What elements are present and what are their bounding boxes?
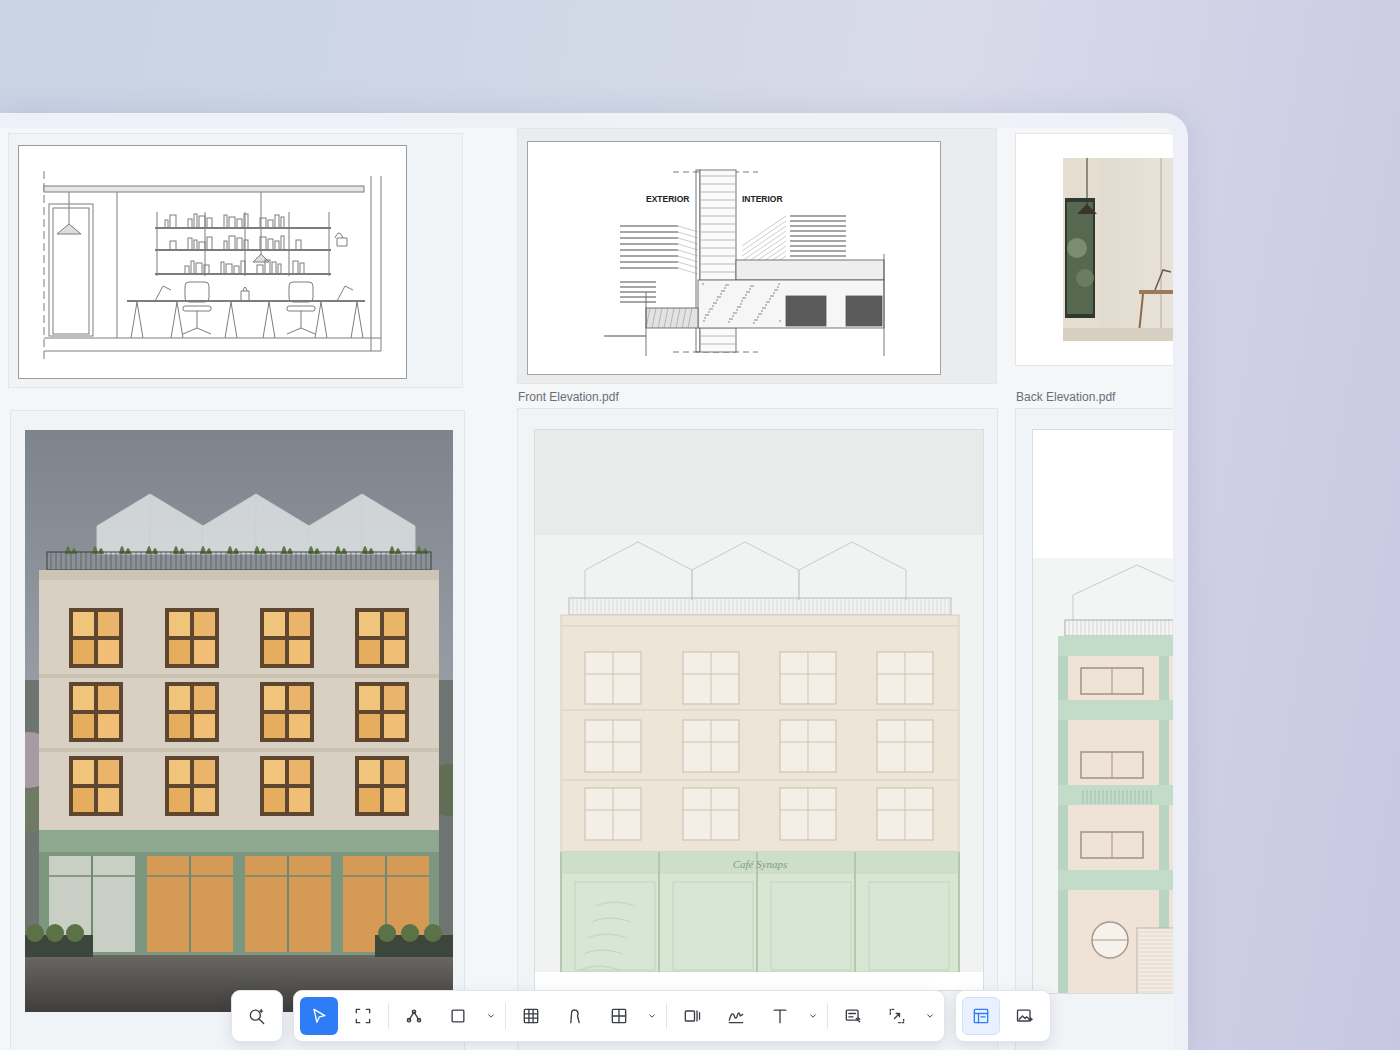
rectangle-icon (448, 1006, 468, 1026)
chevron-down-icon (923, 1009, 937, 1023)
interior-photo (1063, 158, 1173, 341)
chevron-down-icon (484, 1009, 498, 1023)
tool-button[interactable] (439, 997, 477, 1035)
tool-button[interactable] (344, 997, 382, 1035)
file-caption[interactable]: Front Elevation.pdf (518, 390, 619, 404)
dropdown-chevron[interactable] (805, 997, 821, 1035)
tool-button[interactable] (878, 997, 916, 1035)
tool-button[interactable] (556, 997, 594, 1035)
component-icon (682, 1006, 702, 1026)
toolbar-group (231, 990, 283, 1042)
building-render (25, 430, 453, 1012)
layout-icon (971, 1006, 991, 1026)
text-icon (770, 1006, 790, 1026)
sheet[interactable]: Café Synaps (534, 429, 984, 991)
dropdown-chevron[interactable] (644, 997, 660, 1035)
toolbar-group (955, 990, 1051, 1042)
sheet[interactable] (25, 430, 453, 1012)
table-icon (609, 1006, 629, 1026)
tool-button[interactable] (761, 997, 799, 1035)
toolbar-separator (388, 1003, 389, 1029)
sign-text: Café Synaps (733, 858, 788, 870)
front-elevation-drawing: Café Synaps (535, 430, 984, 991)
tool-button[interactable] (834, 997, 872, 1035)
tool-button[interactable] (717, 997, 755, 1035)
pen-nodes-icon (404, 1006, 424, 1026)
tool-button[interactable] (1006, 997, 1044, 1035)
chevron-down-icon (645, 1009, 659, 1023)
sheet-card[interactable] (1015, 408, 1173, 1050)
detail-label: EXTERIOR (646, 194, 689, 204)
tool-button[interactable] (600, 997, 638, 1035)
canvas[interactable]: EXTERIOR INTERIOR Café Synaps Front Elevati… (0, 128, 1173, 1050)
tool-button[interactable] (395, 997, 433, 1035)
file-caption[interactable]: Back Elevation.pdf (1016, 390, 1115, 404)
scale-icon (887, 1006, 907, 1026)
frame-icon (353, 1006, 373, 1026)
section-drawing (19, 146, 407, 379)
dropdown-chevron[interactable] (483, 997, 499, 1035)
toolbar-separator (666, 1003, 667, 1029)
sheet-card[interactable] (1015, 133, 1173, 366)
curve-shape-icon (565, 1006, 585, 1026)
back-elevation-drawing (1033, 430, 1173, 994)
toolbar-group (293, 990, 945, 1042)
sheet-card[interactable]: EXTERIOR INTERIOR (517, 128, 997, 384)
tool-button[interactable] (673, 997, 711, 1035)
annotate-icon (843, 1006, 863, 1026)
sheet[interactable] (1032, 429, 1173, 994)
wall-detail-drawing: EXTERIOR INTERIOR (528, 142, 941, 375)
toolbar-separator (827, 1003, 828, 1029)
signature-icon (726, 1006, 746, 1026)
search-sparkle-icon (247, 1006, 267, 1026)
toolbar (231, 990, 1051, 1042)
sheet[interactable] (18, 145, 407, 379)
tool-button[interactable] (238, 997, 276, 1035)
tool-button[interactable] (300, 997, 338, 1035)
sheet-card[interactable] (10, 410, 465, 1050)
sheet-card[interactable]: Café Synaps (517, 408, 998, 1050)
detail-label: INTERIOR (742, 194, 783, 204)
toolbar-separator (505, 1003, 506, 1029)
tool-button[interactable] (962, 997, 1000, 1035)
chevron-down-icon (806, 1009, 820, 1023)
pointer-icon (309, 1006, 329, 1026)
dropdown-chevron[interactable] (922, 997, 938, 1035)
sheet[interactable]: EXTERIOR INTERIOR (527, 141, 941, 375)
app-window: EXTERIOR INTERIOR Café Synaps Front Elevati… (0, 113, 1188, 1050)
sheet[interactable] (1063, 158, 1173, 341)
grid-icon (521, 1006, 541, 1026)
sheet-card[interactable] (8, 133, 463, 388)
tool-button[interactable] (512, 997, 550, 1035)
image-ai-icon (1015, 1006, 1035, 1026)
